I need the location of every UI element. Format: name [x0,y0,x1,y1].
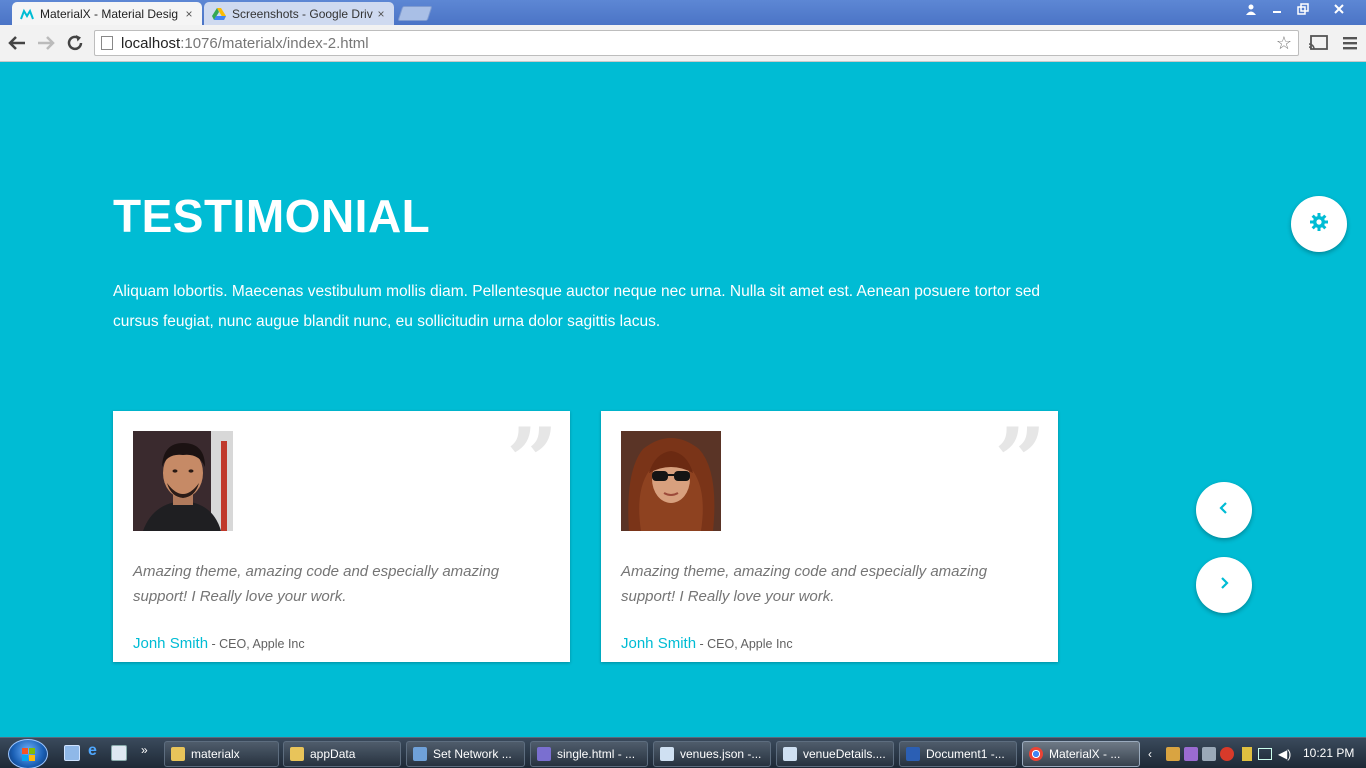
author-name[interactable]: Jonh Smith [133,635,208,652]
author-role: - CEO, Apple Inc [208,637,305,651]
new-tab-button[interactable] [397,6,433,21]
windows-logo-icon [22,748,35,761]
next-slide-button[interactable] [1196,557,1252,613]
flag-icon[interactable] [1242,746,1252,761]
window-controls [1238,0,1362,18]
testimonial-quote: Amazing theme, amazing code and especial… [133,563,500,605]
taskbar-item-label: appData [310,747,356,761]
taskbar-item[interactable]: materialx [164,741,279,767]
quote-icon: ” [994,408,1046,514]
forward-arrow-icon[interactable] [34,31,58,55]
quote-icon: ” [506,408,558,514]
taskbar-item[interactable]: MaterialX - ... [1022,741,1140,767]
minimize-icon[interactable] [1264,0,1290,18]
previous-slide-button[interactable] [1196,482,1252,538]
taskbar-item-label: materialx [191,747,240,761]
tray-app-icon[interactable] [1220,746,1234,761]
taskbar-item[interactable]: Document1 -... [899,741,1017,767]
display-icon[interactable] [1258,747,1272,760]
tab-title: MaterialX - Material Desig [40,6,179,21]
restore-icon[interactable] [1290,0,1316,18]
url-text: localhost:1076/materialx/index-2.html [121,35,1274,52]
show-desktop-icon[interactable] [64,745,80,761]
taskbar-item-label: venueDetails.... [803,747,886,761]
testimonial-card: ” Amazing theme, amazing code and especi… [601,411,1058,662]
word-icon [906,747,920,761]
taskbar-item[interactable]: venueDetails.... [776,741,894,767]
browser-toolbar: localhost:1076/materialx/index-2.html ☆ [0,25,1366,62]
back-arrow-icon[interactable] [5,31,29,55]
folder-icon [171,747,185,761]
google-drive-icon [212,7,226,21]
window-switcher-icon[interactable] [111,745,127,761]
chevron-left-icon [1218,501,1230,520]
taskbar-item-label: single.html - ... [557,747,636,761]
testimonial-section: TESTIMONIAL Aliquam lobortis. Maecenas v… [0,63,1366,737]
taskbar-item-label: venues.json -... [680,747,762,761]
settings-button[interactable] [1291,196,1347,252]
taskbar-item-label: Document1 -... [926,747,1005,761]
materialx-logo-icon [20,7,34,21]
chevron-right-icon [1218,576,1230,595]
close-tab-icon[interactable]: × [182,7,196,21]
taskbar-item[interactable]: appData [283,741,401,767]
avatar [133,431,233,531]
menu-icon[interactable] [1340,33,1360,53]
gear-icon [1309,212,1329,237]
more-quicklaunch-icon[interactable]: » [141,743,157,759]
tray-app-icon[interactable] [1202,746,1216,761]
tab-google-drive[interactable]: Screenshots - Google Driv × [204,2,394,25]
url-host: localhost [121,34,181,52]
taskbar-item[interactable]: venues.json -... [653,741,771,767]
tray-app-icon[interactable] [1184,746,1198,761]
browser-tab-strip: MaterialX - Material Desig × Screenshots… [0,0,1366,25]
taskbar-item[interactable]: single.html - ... [530,741,648,767]
page-icon [101,36,113,50]
cast-icon[interactable] [1306,33,1330,53]
avatar [621,431,721,531]
volume-icon[interactable]: ◀) [1278,747,1291,761]
address-bar[interactable]: localhost:1076/materialx/index-2.html ☆ [94,30,1299,56]
start-button[interactable] [8,739,48,768]
system-tray: ‹ ◀) [1148,738,1291,768]
reload-icon[interactable] [63,31,87,55]
url-path: :1076/materialx/index-2.html [180,34,369,52]
folder-icon [290,747,304,761]
notepad-icon [783,747,797,761]
bookmark-star-icon[interactable]: ☆ [1274,33,1294,54]
tab-title: Screenshots - Google Driv [232,6,373,21]
testimonial-author: Jonh Smith - CEO, Apple Inc [133,635,305,652]
notepad-icon [660,747,674,761]
author-role: - CEO, Apple Inc [696,637,793,651]
close-tab-icon[interactable]: × [374,7,388,21]
section-title: TESTIMONIAL [113,190,431,242]
taskbar-item-label: MaterialX - ... [1049,747,1121,761]
testimonial-quote: Amazing theme, amazing code and especial… [621,563,988,605]
tab-materialx[interactable]: MaterialX - Material Desig × [12,2,202,25]
section-intro: Aliquam lobortis. Maecenas vestibulum mo… [113,283,1041,330]
tray-app-icon[interactable] [1166,746,1180,761]
editor-icon [537,747,551,761]
chrome-icon [1029,747,1043,761]
taskbar-item[interactable]: Set Network ... [406,741,525,767]
windows-taskbar: e » materialx appData Set Network ... si… [0,737,1366,768]
profile-icon[interactable] [1238,0,1264,18]
author-name[interactable]: Jonh Smith [621,635,696,652]
tray-expand-icon[interactable]: ‹ [1148,747,1162,761]
close-window-icon[interactable] [1316,0,1362,18]
testimonial-author: Jonh Smith - CEO, Apple Inc [621,635,793,652]
network-icon [413,747,427,761]
internet-explorer-icon[interactable]: e [88,742,104,759]
testimonial-card: ” Amazing theme, amazing code and especi… [113,411,570,662]
taskbar-clock[interactable]: 10:21 PM [1303,746,1354,760]
taskbar-item-label: Set Network ... [433,747,512,761]
